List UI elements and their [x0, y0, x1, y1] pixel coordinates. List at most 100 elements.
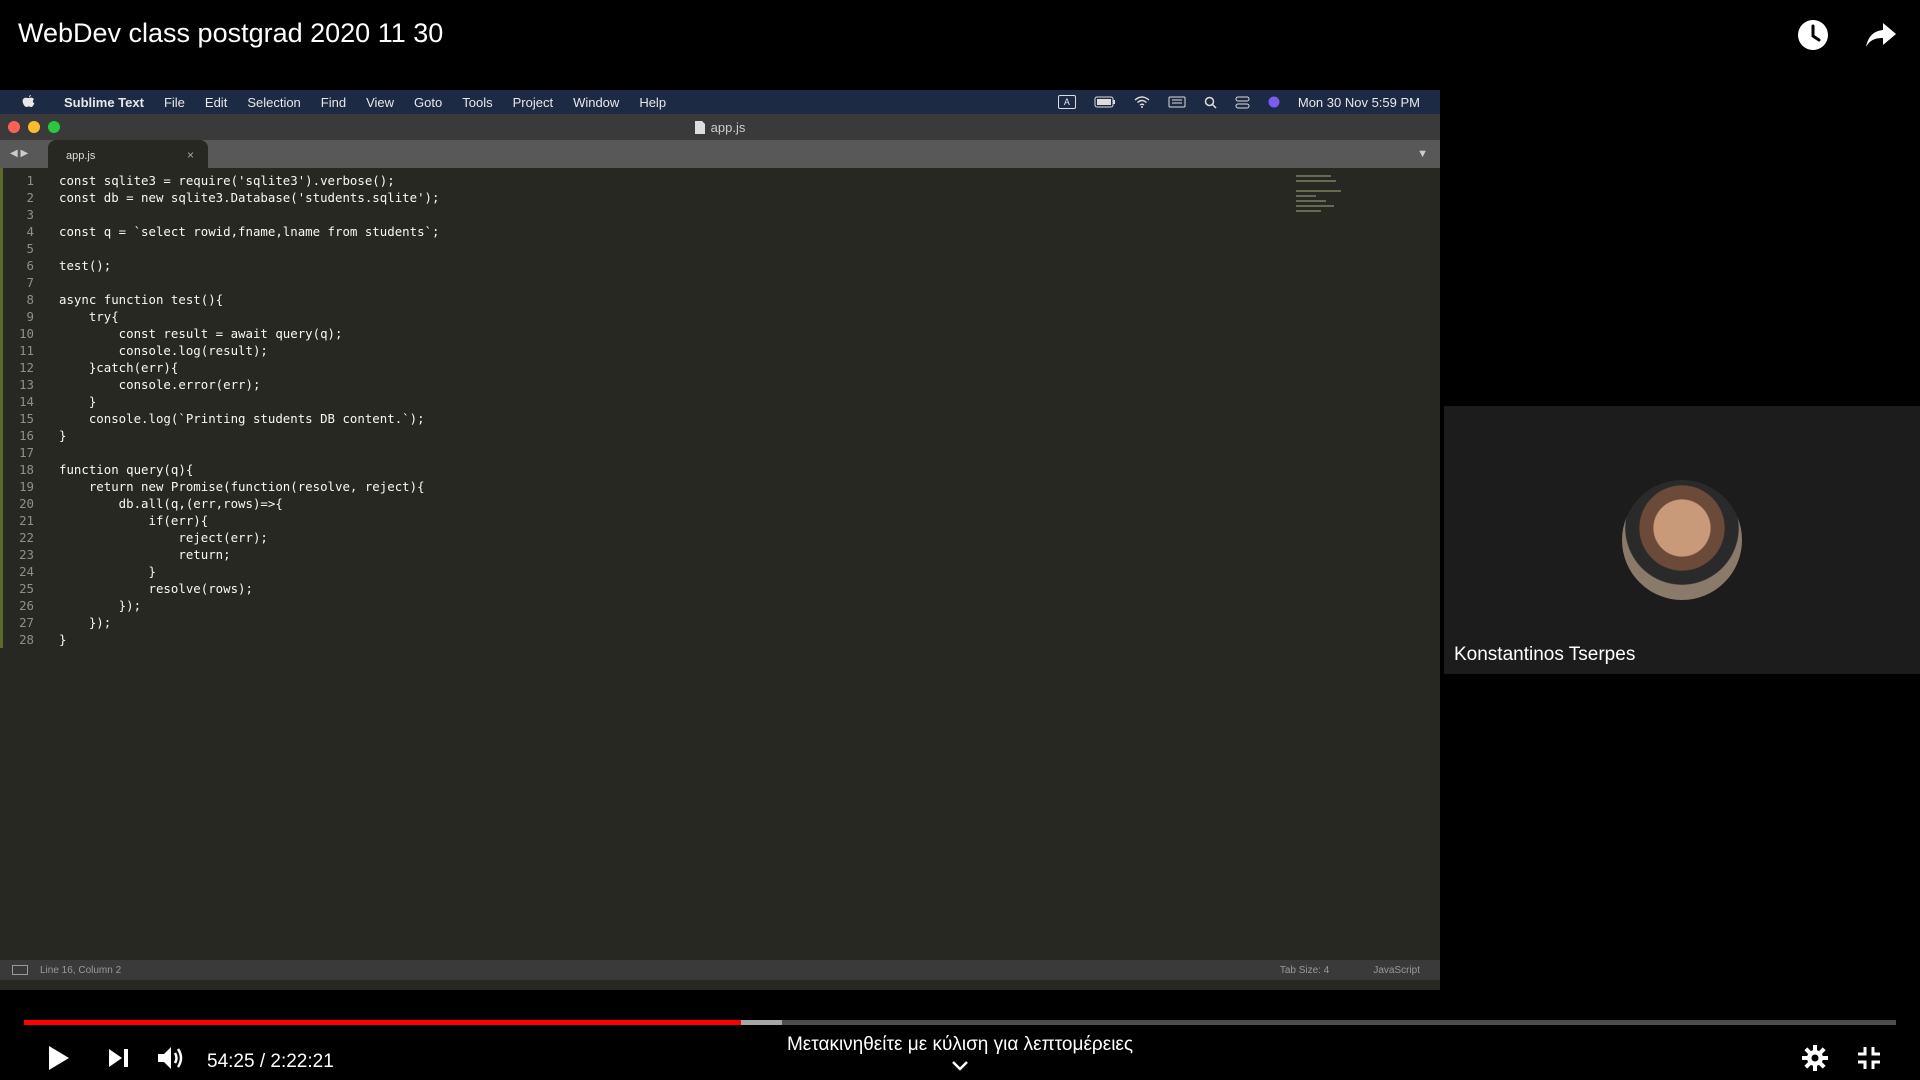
keyboard-icon[interactable]: [1168, 96, 1186, 108]
participant-avatar: [1622, 480, 1742, 600]
line-text: test();: [59, 258, 112, 273]
played-bar: [24, 1020, 741, 1025]
menubar-clock: Mon 30 Nov 5:59 PM: [1297, 94, 1420, 110]
line-number: 24: [19, 564, 34, 579]
line-number: 3: [26, 207, 34, 222]
line-number: 16: [19, 428, 34, 443]
menu-sublime-text[interactable]: Sublime Text: [64, 95, 144, 110]
line-number: 22: [19, 530, 34, 545]
line-number: 2: [26, 190, 34, 205]
watch-later-button[interactable]: [1792, 14, 1834, 56]
line-number: 28: [19, 632, 34, 647]
menu-find[interactable]: Find: [321, 95, 346, 110]
cursor-position: Line 16, Column 2: [40, 964, 122, 976]
line-text: resolve(rows);: [59, 581, 253, 596]
line-text: return new Promise(function(resolve, rej…: [59, 479, 425, 494]
menu-edit[interactable]: Edit: [205, 95, 227, 110]
line-number: 12: [19, 360, 34, 375]
line-text: }: [59, 632, 67, 647]
window-title: app.js: [694, 119, 746, 135]
menu-selection[interactable]: Selection: [247, 95, 300, 110]
chevron-down-icon[interactable]: [948, 1058, 972, 1074]
share-button[interactable]: [1860, 14, 1902, 56]
tab-size-selector[interactable]: Tab Size: 4: [1280, 965, 1329, 976]
battery-icon[interactable]: [1094, 96, 1116, 108]
menu-view[interactable]: View: [366, 95, 394, 110]
editor-statusbar: Line 16, Column 2 Tab Size: 4 JavaScript: [0, 960, 1440, 980]
tab-app-js[interactable]: app.js ×: [48, 140, 208, 168]
document-icon: [694, 120, 705, 134]
line-number: 17: [19, 445, 34, 460]
minimize-window-button[interactable]: [28, 121, 40, 133]
progress-bar[interactable]: [24, 1020, 1896, 1025]
menu-tools[interactable]: Tools: [462, 95, 492, 110]
tab-navigation-arrows[interactable]: ◀ ▶: [10, 148, 28, 159]
line-number: 5: [26, 241, 34, 256]
line-number: 6: [26, 258, 34, 273]
close-window-button[interactable]: [8, 121, 20, 133]
participant-name: Konstantinos Tserpes: [1454, 644, 1636, 665]
line-number: 25: [19, 581, 34, 596]
line-number: 26: [19, 598, 34, 613]
line-text: if(err){: [59, 513, 209, 528]
line-number: 9: [26, 309, 34, 324]
line-number: 10: [19, 326, 34, 341]
tab-close-icon[interactable]: ×: [187, 148, 194, 162]
line-number: 20: [19, 496, 34, 511]
line-number: 1: [26, 173, 34, 188]
line-text: return;: [59, 547, 231, 562]
syntax-selector[interactable]: JavaScript: [1373, 965, 1420, 976]
line-number: 19: [19, 479, 34, 494]
line-text: try{: [59, 309, 119, 324]
screen-share: Sublime Text File Edit Selection Find Vi…: [0, 90, 1440, 990]
top-right-actions: [1792, 14, 1902, 56]
line-text: });: [59, 615, 112, 630]
line-text: reject(err);: [59, 530, 268, 545]
line-text: }catch(err){: [59, 360, 179, 375]
wifi-icon[interactable]: [1134, 96, 1150, 108]
input-source-icon[interactable]: A: [1057, 95, 1076, 109]
line-number: 18: [19, 462, 34, 477]
clock-icon: [1798, 20, 1828, 50]
apple-menu-icon[interactable]: [22, 93, 44, 111]
window-titlebar: app.js: [0, 114, 1440, 140]
line-text: const q = `select rowid,fname,lname from…: [59, 224, 440, 239]
zoom-window-button[interactable]: [48, 121, 60, 133]
panel-toggle-icon[interactable]: [12, 965, 28, 975]
line-number: 11: [19, 343, 34, 358]
share-icon: [1866, 23, 1896, 47]
line-text: }: [59, 394, 97, 409]
line-text: });: [59, 598, 142, 613]
line-number: 27: [19, 615, 34, 630]
line-text: function query(q){: [59, 462, 194, 477]
menu-goto[interactable]: Goto: [414, 95, 442, 110]
line-number: 15: [19, 411, 34, 426]
line-number: 23: [19, 547, 34, 562]
line-number: 13: [19, 377, 34, 392]
tab-list-dropdown-icon[interactable]: ▼: [1417, 148, 1428, 160]
participant-video-tile: Konstantinos Tserpes: [1444, 406, 1920, 674]
control-center-icon[interactable]: [1235, 96, 1250, 109]
line-text: }: [59, 428, 67, 443]
mac-status-area: A Mon 30 Nov 5:59 PM: [1057, 94, 1420, 110]
line-number: 8: [26, 292, 34, 307]
line-text: db.all(q,(err,rows)=>{: [59, 496, 283, 511]
mac-menubar: Sublime Text File Edit Selection Find Vi…: [0, 90, 1440, 114]
line-text: async function test(){: [59, 292, 224, 307]
video-title: WebDev class postgrad 2020 11 30: [18, 18, 444, 48]
line-text: console.error(err);: [59, 377, 261, 392]
line-text: console.log(result);: [59, 343, 268, 358]
spotlight-search-icon[interactable]: [1204, 96, 1217, 109]
tab-bar: ◀ ▶ app.js × ▼: [0, 140, 1440, 168]
line-number: 14: [19, 394, 34, 409]
minimap[interactable]: [1296, 172, 1346, 228]
line-text: console.log(`Printing students DB conten…: [59, 411, 425, 426]
menu-help[interactable]: Help: [639, 95, 666, 110]
code-editor[interactable]: 1 const sqlite3 = require('sqlite3').verb…: [0, 168, 1440, 960]
line-text: }: [59, 564, 156, 579]
menu-project[interactable]: Project: [513, 95, 553, 110]
siri-icon[interactable]: [1268, 96, 1280, 108]
menu-file[interactable]: File: [164, 95, 185, 110]
window-title-text: app.js: [710, 119, 746, 135]
menu-window[interactable]: Window: [573, 95, 619, 110]
